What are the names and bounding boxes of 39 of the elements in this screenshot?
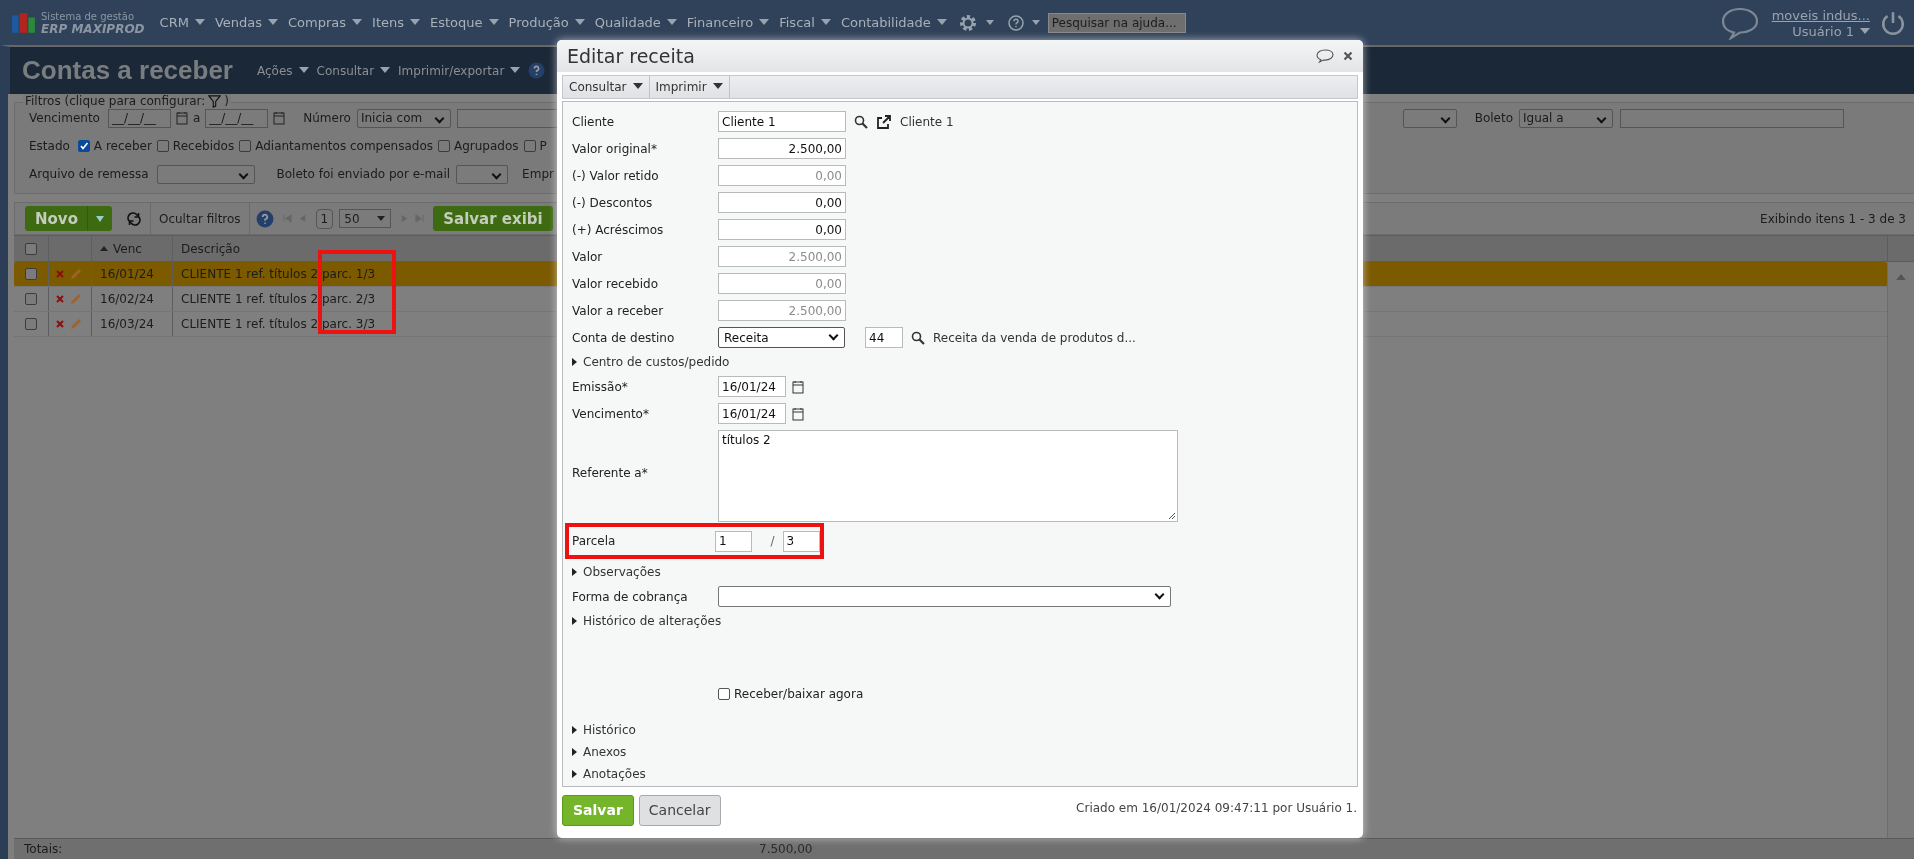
field-label: Valor a receber (572, 303, 665, 318)
table-cell: 16/03/24 (100, 317, 154, 331)
field-label: Valor recebido (572, 276, 659, 291)
created-info: Criado em 16/01/2024 09:47:11 por Usuário 1. (1076, 801, 1357, 815)
table-cell: 16/01/24 (100, 267, 154, 281)
field-label: (-) Descontos (572, 195, 654, 210)
filter-label: Arquivo de remessa (29, 167, 149, 181)
field-label: Forma de cobrança (572, 589, 689, 604)
total-value: 7.500,00 (759, 842, 813, 856)
filter-label: Estado (29, 139, 70, 153)
field-label: Cliente (572, 114, 616, 129)
field-label: (-) Valor retido (572, 168, 660, 183)
field-label: (+) Acréscimos (572, 222, 665, 237)
page-title: Contas a receber (22, 55, 233, 86)
totals-label: Totais: (24, 842, 64, 856)
field-label: Parcela (572, 534, 617, 548)
item-count: Exibindo itens 1 - 3 de 3 (1760, 211, 1906, 226)
filter-label: a (192, 111, 201, 125)
table-cell: 16/02/24 (100, 292, 154, 306)
field-label: Emissão* (572, 379, 629, 394)
filter-label: Número (303, 111, 351, 125)
dialog-title: Editar receita (567, 45, 696, 67)
field-label: Referente a* (572, 466, 649, 480)
table-cell: CLIENTE 1 ref. títulos 2 parc. 2/3 (181, 292, 376, 306)
logo-title: ERP MAXIPROD (41, 22, 145, 36)
field-label: Vencimento* (572, 406, 650, 421)
field-label: Valor (572, 249, 604, 264)
filter-label: Boleto foi enviado por e-mail (276, 167, 451, 181)
account-description: Receita da venda de produtos d... (933, 330, 1136, 345)
filter-label: Boleto (1474, 111, 1513, 125)
installment-separator: / (770, 534, 775, 548)
table-cell: CLIENTE 1 ref. títulos 2 parc. 1/3 (181, 267, 376, 281)
filter-label: Empr (522, 167, 554, 181)
logo-subtitle: Sistema de gestão (41, 9, 135, 23)
field-label: Conta de destino (572, 330, 676, 345)
table-cell: CLIENTE 1 ref. títulos 2 parc. 3/3 (181, 317, 376, 331)
filter-label: Vencimento (29, 111, 100, 125)
field-label: Valor original* (572, 141, 658, 156)
filters-legend-end: ) (224, 94, 229, 108)
